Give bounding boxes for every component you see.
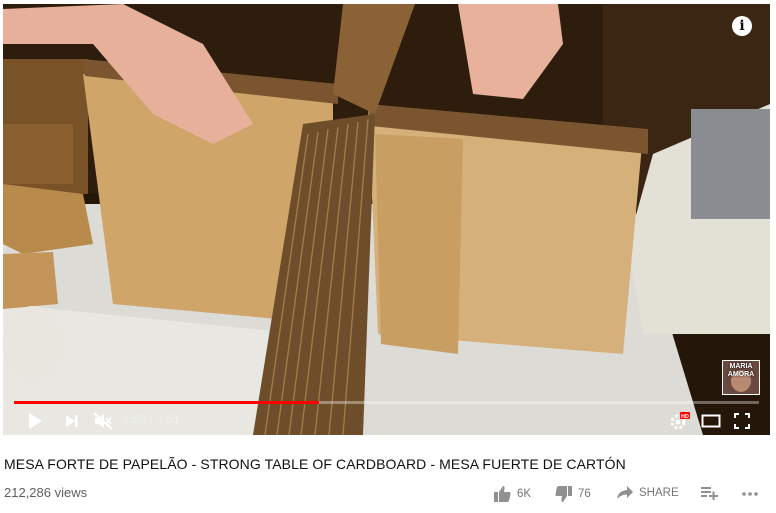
- time-display: 1:59 / 4:51: [123, 412, 180, 426]
- share-label: SHARE: [639, 487, 679, 499]
- like-button[interactable]: 6K: [494, 486, 531, 502]
- current-time: 1:59: [123, 412, 147, 426]
- more-button[interactable]: [741, 486, 759, 500]
- next-icon[interactable]: [64, 413, 80, 429]
- mute-icon[interactable]: [93, 412, 113, 430]
- video-title: MESA FORTE DE PAPELÃO - STRONG TABLE OF …: [4, 456, 626, 472]
- dislike-count: 76: [578, 488, 591, 500]
- share-icon: [617, 486, 633, 499]
- player-controls: 1:59 / 4:51 HD: [3, 407, 770, 435]
- add-to-playlist-icon: [701, 487, 718, 500]
- fullscreen-icon[interactable]: [734, 413, 750, 429]
- settings-icon[interactable]: HD: [669, 411, 691, 431]
- thumbs-down-icon: [555, 486, 572, 502]
- thumbs-up-icon: [494, 486, 511, 502]
- view-count: 212,286 views: [4, 485, 88, 500]
- more-icon: [742, 492, 758, 496]
- play-icon[interactable]: [27, 412, 43, 430]
- video-player[interactable]: i MARIA AMORA 1:59 / 4:51 HD: [3, 4, 770, 435]
- share-button[interactable]: SHARE: [617, 486, 679, 500]
- time-separator: /: [146, 412, 157, 426]
- watermark-text: MARIA AMORA: [727, 363, 755, 378]
- add-to-playlist-button[interactable]: [701, 486, 718, 500]
- like-count: 6K: [517, 488, 532, 500]
- svg-text:HD: HD: [681, 414, 689, 420]
- duration: 4:51: [156, 412, 180, 426]
- info-icon[interactable]: i: [732, 16, 752, 36]
- progress-played: [14, 401, 320, 404]
- progress-bar[interactable]: [14, 401, 759, 404]
- theater-icon[interactable]: [701, 414, 721, 428]
- video-frame[interactable]: [3, 4, 770, 435]
- channel-watermark[interactable]: MARIA AMORA: [722, 360, 760, 395]
- dislike-button[interactable]: 76: [555, 486, 591, 502]
